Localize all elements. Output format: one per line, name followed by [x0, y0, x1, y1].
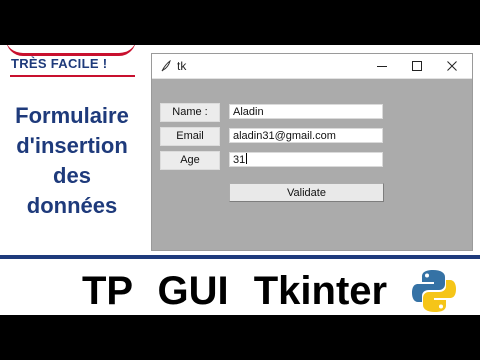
window-titlebar[interactable]: tk: [152, 54, 472, 79]
badge-arc: [6, 45, 136, 56]
footer-title: TP GUI Tkinter: [82, 269, 388, 313]
name-field[interactable]: Aladin: [229, 104, 383, 119]
email-field[interactable]: aladin31@gmail.com: [229, 128, 383, 143]
headline-line: des: [53, 163, 91, 188]
minimize-icon: [377, 66, 387, 67]
badge-text: TRÈS FACILE !: [11, 56, 108, 71]
email-label: Email: [160, 127, 220, 146]
close-icon: [447, 61, 457, 71]
maximize-icon: [412, 61, 422, 71]
name-label: Name :: [160, 103, 220, 122]
age-label: Age: [160, 151, 220, 170]
python-logo-icon: [412, 270, 456, 312]
validate-button[interactable]: Validate: [229, 183, 384, 202]
window-title: tk: [177, 59, 187, 73]
tk-feather-icon: [161, 60, 171, 72]
maximize-button[interactable]: [401, 54, 435, 78]
age-field[interactable]: 31: [229, 152, 383, 167]
headline-line: d'insertion: [16, 133, 128, 158]
age-value: 31: [233, 154, 246, 166]
thumbnail-canvas: TRÈS FACILE ! Formulaire d'insertion des…: [0, 45, 480, 315]
footer-band-gap: [0, 259, 480, 261]
headline-line: données: [26, 193, 118, 218]
headline: Formulaire d'insertion des données: [4, 101, 140, 221]
tk-window: tk Name : Aladin Email aladin31@gmail.co…: [151, 53, 473, 251]
text-caret: [246, 153, 248, 164]
headline-line: Formulaire: [15, 103, 129, 128]
close-button[interactable]: [436, 54, 470, 78]
minimize-button[interactable]: [366, 54, 400, 78]
badge-underline: [10, 75, 135, 77]
